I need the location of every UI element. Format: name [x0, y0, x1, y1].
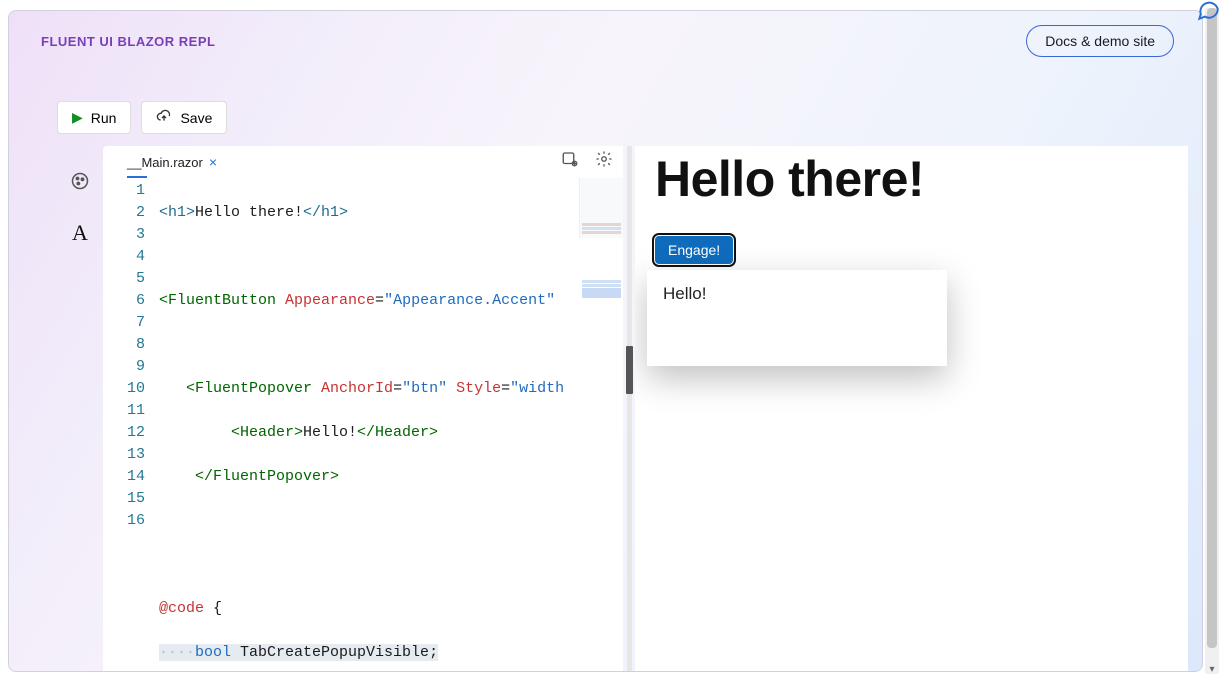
save-button[interactable]: Save [141, 101, 227, 134]
cloud-upload-icon [156, 108, 172, 127]
scrollbar-thumb[interactable] [1207, 8, 1217, 648]
chat-bubble-icon[interactable] [1195, 0, 1221, 27]
page-scrollbar[interactable]: ▴ ▾ [1205, 8, 1219, 674]
play-icon: ▶ [72, 109, 83, 126]
close-icon[interactable]: × [209, 154, 217, 170]
toolbar: ▶ Run Save [57, 101, 1202, 134]
split-editor-icon[interactable] [561, 150, 579, 173]
app-frame: FLUENT UI BLAZOR REPL Docs & demo site ▶… [8, 10, 1203, 672]
preview-heading: Hello there! [655, 150, 1168, 208]
brand-title: FLUENT UI BLAZOR REPL [41, 34, 215, 49]
left-rail: A [57, 146, 103, 671]
file-tab[interactable]: __Main.razor × [121, 150, 223, 174]
tab-actions [561, 150, 613, 173]
pane-splitter[interactable] [623, 146, 635, 671]
editor-pane: __Main.razor × 1 2 3 [103, 146, 623, 671]
scroll-down-icon[interactable]: ▾ [1205, 662, 1219, 676]
run-label: Run [91, 110, 117, 126]
tab-bar: __Main.razor × [103, 146, 623, 178]
minimap[interactable] [579, 178, 623, 238]
engage-button[interactable]: Engage! [655, 236, 733, 264]
header: FLUENT UI BLAZOR REPL Docs & demo site [9, 11, 1202, 57]
palette-icon[interactable] [70, 171, 90, 196]
tab-active-underline [127, 176, 147, 178]
line-gutter: 1 2 3 4 5 6 7 8 9 10 11 12 13 14 15 16 [103, 178, 159, 671]
code-editor[interactable]: 1 2 3 4 5 6 7 8 9 10 11 12 13 14 15 16 [103, 178, 623, 671]
popover-header: Hello! [663, 284, 931, 304]
save-label: Save [180, 110, 212, 126]
preview-pane: Hello there! Engage! Hello! [635, 146, 1188, 671]
run-button[interactable]: ▶ Run [57, 101, 131, 134]
popover: Hello! [647, 270, 947, 366]
docs-demo-button[interactable]: Docs & demo site [1026, 25, 1174, 57]
settings-gear-icon[interactable] [595, 150, 613, 173]
workarea: A __Main.razor × [57, 146, 1188, 671]
code-body[interactable]: <h1>Hello there!</h1> <FluentButton Appe… [159, 178, 623, 671]
letter-a-icon[interactable]: A [72, 220, 88, 246]
splitter-handle[interactable] [626, 346, 633, 394]
tab-filename: __Main.razor [127, 155, 203, 170]
